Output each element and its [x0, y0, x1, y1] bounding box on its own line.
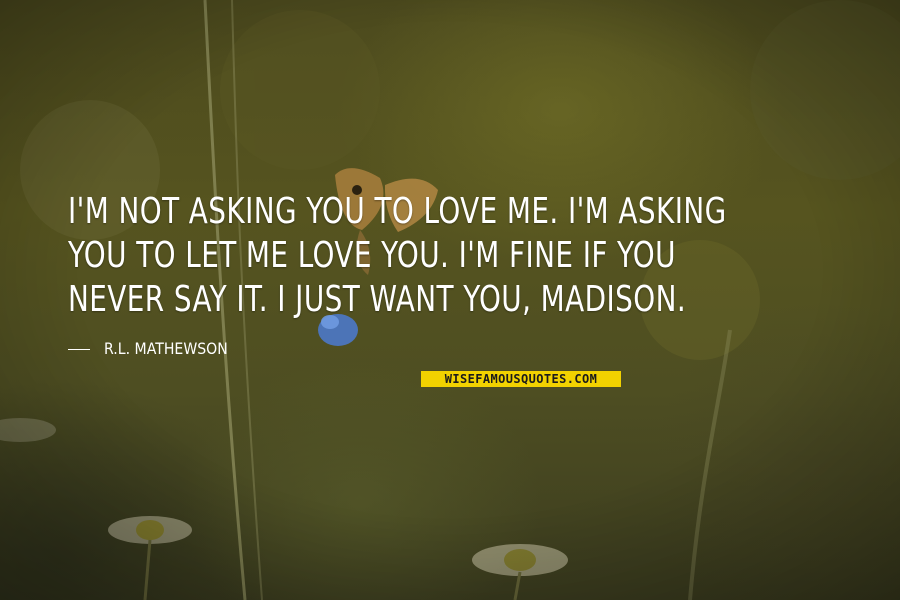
- quote-card: I'M NOT ASKING YOU TO LOVE ME. I'M ASKIN…: [0, 0, 900, 600]
- quote-author[interactable]: R.L. MATHEWSON: [104, 339, 228, 359]
- author-dash: [68, 349, 90, 350]
- site-watermark: WISEFAMOUSQUOTES.COM: [421, 371, 621, 387]
- quote-text: I'M NOT ASKING YOU TO LOVE ME. I'M ASKIN…: [68, 191, 727, 320]
